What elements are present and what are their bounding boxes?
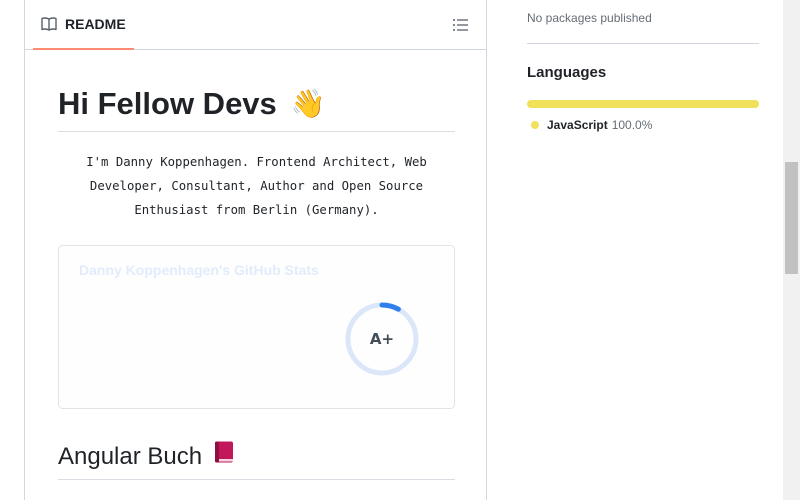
closed-book-icon (212, 440, 236, 473)
rank-grade: A+ (369, 330, 395, 348)
language-color-dot (531, 121, 539, 129)
language-bar (527, 100, 759, 108)
book-icon (41, 16, 57, 32)
outline-menu-icon[interactable] (452, 17, 470, 33)
language-bar-segment-javascript (527, 100, 759, 108)
language-item-javascript[interactable]: JavaScript 100.0% (531, 118, 652, 132)
readme-header: README (25, 0, 486, 50)
page-title: Hi Fellow Devs 👋 (58, 84, 455, 132)
language-percent: 100.0% (611, 118, 653, 132)
tab-readme-label: README (65, 16, 126, 32)
readme-box: README Hi Fellow Devs 👋 I'm Danny Koppen… (24, 0, 487, 500)
languages-heading: Languages (527, 64, 607, 81)
rank-circle: A+ (344, 301, 420, 377)
scrollbar-thumb[interactable] (785, 162, 798, 274)
intro-text: I'm Danny Koppenhagen. Frontend Architec… (86, 155, 427, 217)
stats-card-title: Danny Koppenhagen's GitHub Stats (79, 262, 319, 278)
tab-readme[interactable]: README (33, 0, 134, 50)
packages-status: No packages published (527, 11, 652, 25)
section-heading-angular-buch: Angular Buch (58, 440, 455, 480)
waving-hand-icon: 👋 (290, 88, 326, 119)
language-name: JavaScript (547, 118, 608, 132)
sidebar-divider (527, 43, 759, 44)
section-heading-text: Angular Buch (58, 442, 203, 470)
github-stats-card[interactable]: Danny Koppenhagen's GitHub Stats A+ (58, 245, 455, 409)
page-title-text: Hi Fellow Devs (58, 86, 277, 121)
